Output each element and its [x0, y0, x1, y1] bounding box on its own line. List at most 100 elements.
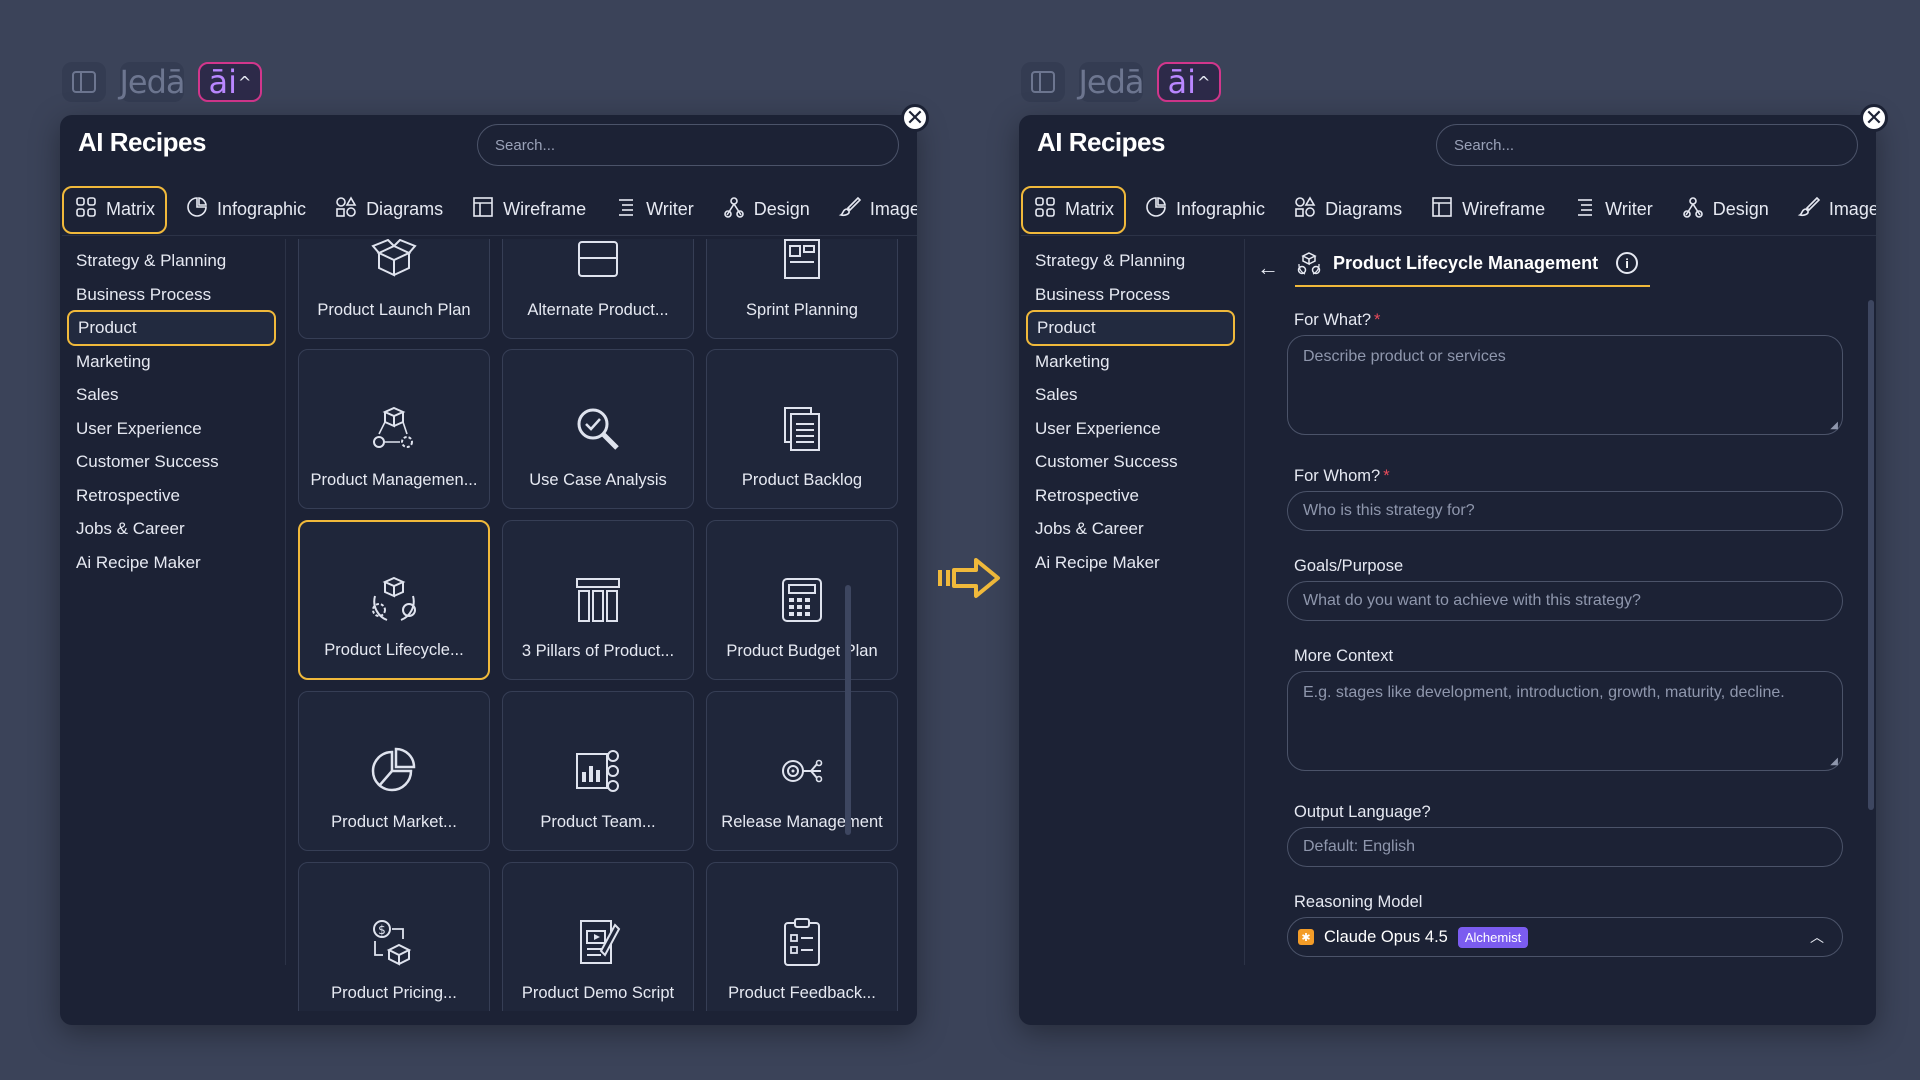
category-item-retrospective[interactable]: Retrospective — [67, 478, 276, 514]
category-item-product[interactable]: Product — [1026, 310, 1235, 346]
tab-label: Diagrams — [366, 199, 444, 219]
wireframe-icon — [471, 195, 495, 224]
tab-design[interactable]: Design — [712, 186, 820, 234]
search-input[interactable]: Search... — [477, 124, 899, 166]
category-item-jobs-career[interactable]: Jobs & Career — [67, 511, 276, 547]
recipe-grid-scrollbar[interactable] — [845, 585, 851, 835]
recipe-card[interactable]: Alternate Product... — [502, 239, 694, 339]
recipe-card[interactable]: Product Team... — [502, 691, 694, 851]
chevron-up-icon: ^ — [1197, 72, 1211, 92]
model-name: Claude Opus 4.5 — [1324, 927, 1448, 946]
category-item-strategy-planning[interactable]: Strategy & Planning — [1026, 243, 1235, 279]
recipe-card-label: Product Launch Plan — [317, 301, 471, 319]
form-scrollbar[interactable] — [1868, 300, 1874, 810]
tab-infographic[interactable]: Infographic — [175, 186, 316, 234]
recipe-card[interactable]: Product Lifecycle... — [298, 520, 490, 680]
category-item-business-process[interactable]: Business Process — [67, 277, 276, 313]
recipe-card[interactable]: Product Backlog — [706, 349, 898, 509]
category-item-business-process[interactable]: Business Process — [1026, 277, 1235, 313]
reasoning-model-select[interactable]: ✱ Claude Opus 4.5 Alchemist ︿ — [1287, 917, 1843, 957]
recipe-card-label: Product Lifecycle... — [324, 641, 464, 659]
recipe-card[interactable]: Product Launch Plan — [298, 239, 490, 339]
jeda-logo[interactable]: Jedā — [119, 62, 186, 102]
recipe-card-label: Product Feedback... — [728, 984, 876, 1002]
category-item-customer-success[interactable]: Customer Success — [67, 444, 276, 480]
search-input[interactable]: Search... — [1436, 124, 1858, 166]
grid-icon — [1033, 195, 1057, 224]
recipe-card[interactable]: Product Managemen... — [298, 349, 490, 509]
category-item-marketing[interactable]: Marketing — [67, 344, 276, 380]
tab-diagrams[interactable]: Diagrams — [324, 186, 453, 234]
category-sidebar: Strategy & Planning Business Process Produ… — [1019, 239, 1245, 965]
category-item-user-experience[interactable]: User Experience — [67, 411, 276, 447]
team-chart-icon — [570, 743, 626, 799]
form-header: ← Product Lifecycle Management i — [1257, 249, 1651, 287]
category-item-strategy-planning[interactable]: Strategy & Planning — [67, 243, 276, 279]
recipe-card[interactable]: Product Demo Script — [502, 862, 694, 1011]
info-icon[interactable]: i — [1616, 252, 1639, 274]
for-whom-input[interactable]: Who is this strategy for? — [1287, 491, 1843, 531]
category-item-marketing[interactable]: Marketing — [1026, 344, 1235, 380]
recipe-card-label: 3 Pillars of Product... — [521, 642, 675, 660]
category-item-retrospective[interactable]: Retrospective — [1026, 478, 1235, 514]
jeda-logo[interactable]: Jedā — [1078, 62, 1145, 102]
recipe-card[interactable]: Product Feedback... — [706, 862, 898, 1011]
output-language-input[interactable]: Default: English — [1287, 827, 1843, 867]
tab-infographic[interactable]: Infographic — [1134, 186, 1275, 234]
tab-design[interactable]: Design — [1671, 186, 1779, 234]
category-item-customer-success[interactable]: Customer Success — [1026, 444, 1235, 480]
ai-menu-button[interactable]: āi ^ — [1157, 62, 1221, 102]
cycle-icon — [1297, 252, 1321, 275]
cube-gear-icon — [366, 401, 422, 457]
chevron-up-icon[interactable]: ︿ — [1810, 927, 1824, 947]
tab-image[interactable]: Image — [828, 186, 917, 234]
recipe-card[interactable]: Product Budget Plan — [706, 520, 898, 680]
category-item-sales[interactable]: Sales — [67, 377, 276, 413]
category-item-product[interactable]: Product — [67, 310, 276, 346]
resize-handle-icon[interactable]: ◢ — [1830, 756, 1838, 767]
recipe-card[interactable]: $ Product Pricing... — [298, 862, 490, 1011]
recipe-card[interactable]: Use Case Analysis — [502, 349, 694, 509]
category-item-sales[interactable]: Sales — [1026, 377, 1235, 413]
ai-menu-button[interactable]: āi ^ — [198, 62, 262, 102]
output-language-label: Output Language? — [1294, 803, 1431, 821]
brush-icon — [1797, 195, 1821, 224]
recipe-card-label: Use Case Analysis — [529, 471, 667, 489]
category-item-jobs-career[interactable]: Jobs & Career — [1026, 511, 1235, 547]
back-arrow-icon[interactable]: ← — [1257, 255, 1283, 281]
pie-icon — [185, 195, 209, 224]
model-tier-badge: Alchemist — [1457, 926, 1529, 948]
brush-icon — [838, 195, 862, 224]
recipe-card-label: Product Pricing... — [331, 984, 457, 1002]
tab-matrix[interactable]: Matrix — [1021, 185, 1126, 234]
sidebar-toggle-icon[interactable] — [62, 62, 106, 102]
tab-writer[interactable]: Writer — [604, 186, 704, 234]
tab-wireframe[interactable]: Wireframe — [1420, 186, 1555, 234]
recipe-card[interactable]: Release Management — [706, 691, 898, 851]
layout-icon — [570, 239, 626, 287]
pie-chart-icon — [366, 743, 422, 799]
recipe-card[interactable]: Sprint Planning — [706, 239, 898, 339]
calculator-icon — [774, 572, 830, 628]
top-toolbar-left: Jedā āi ^ — [62, 62, 262, 102]
goals-input[interactable]: What do you want to achieve with this st… — [1287, 581, 1843, 621]
category-item-ai-recipe-maker[interactable]: Ai Recipe Maker — [67, 545, 276, 581]
category-item-user-experience[interactable]: User Experience — [1026, 411, 1235, 447]
sidebar-toggle-icon[interactable] — [1021, 62, 1065, 102]
tab-wireframe[interactable]: Wireframe — [461, 186, 596, 234]
tab-writer[interactable]: Writer — [1563, 186, 1663, 234]
recipe-card[interactable]: 3 Pillars of Product... — [502, 520, 694, 680]
tab-image[interactable]: Image — [1787, 186, 1876, 234]
close-icon[interactable]: ✕ — [901, 104, 929, 132]
recipe-card[interactable]: Product Market... — [298, 691, 490, 851]
close-icon[interactable]: ✕ — [1860, 104, 1888, 132]
for-what-textarea[interactable]: Describe product or services ◢ — [1287, 335, 1843, 435]
tab-label: Matrix — [106, 199, 155, 219]
tab-matrix[interactable]: Matrix — [62, 185, 167, 234]
resize-handle-icon[interactable]: ◢ — [1830, 420, 1838, 431]
field-label-text: For What? — [1294, 311, 1372, 329]
tab-diagrams[interactable]: Diagrams — [1283, 186, 1412, 234]
category-item-ai-recipe-maker[interactable]: Ai Recipe Maker — [1026, 545, 1235, 581]
wireframe-icon — [1430, 195, 1454, 224]
more-context-textarea[interactable]: E.g. stages like development, introducti… — [1287, 671, 1843, 771]
